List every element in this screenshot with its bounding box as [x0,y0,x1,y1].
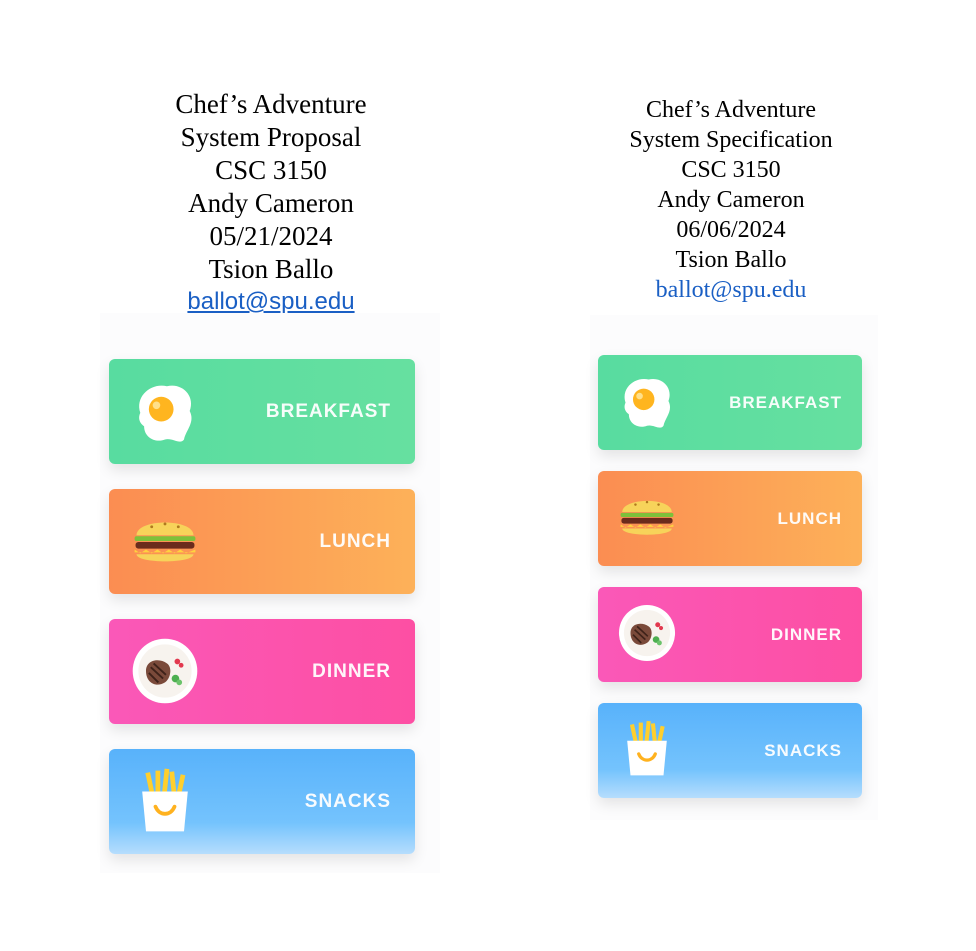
burger-icon [127,503,203,579]
fried-egg-icon [127,373,203,449]
steak-plate-icon [127,633,203,709]
document-date: 06/06/2024 [676,217,786,243]
breakfast-card[interactable]: BREAKFAST [598,355,862,450]
card-label: SNACKS [304,790,391,812]
card-label: LUNCH [777,508,842,528]
card-label: BREAKFAST [265,400,391,422]
course-code: CSC 3150 [215,155,327,185]
lunch-card[interactable]: LUNCH [598,471,862,566]
breakfast-card[interactable]: BREAKFAST [109,359,415,464]
author-name: Tsion Ballo [208,254,334,284]
meal-menu: BREAKFAST LUNCH DINNER SNACKS [100,313,440,873]
fried-egg-icon [614,368,680,434]
card-label: LUNCH [319,530,391,552]
snacks-card[interactable]: SNACKS [109,749,415,854]
document-date: 05/21/2024 [209,221,333,251]
document-title: Chef’s Adventure [175,89,367,119]
card-label: SNACKS [764,740,842,760]
dinner-card[interactable]: DINNER [598,587,862,682]
dinner-card[interactable]: DINNER [109,619,415,724]
lunch-card[interactable]: LUNCH [109,489,415,594]
burger-icon [614,484,680,550]
card-label: BREAKFAST [729,392,842,412]
snacks-card[interactable]: SNACKS [598,703,862,798]
course-code: CSC 3150 [681,157,781,183]
author-email-link[interactable]: ballot@spu.edu [590,275,872,305]
instructor-name: Andy Cameron [657,187,805,213]
author-name: Tsion Ballo [675,247,787,273]
meal-menu: BREAKFAST LUNCH DINNER SNACKS [590,315,878,820]
document-header: Chef’s Adventure System Proposal CSC 315… [110,88,432,318]
fries-icon [127,763,203,839]
instructor-name: Andy Cameron [188,188,354,218]
document-subtitle: System Proposal [180,122,362,152]
document-title: Chef’s Adventure [646,97,816,123]
document-subtitle: System Specification [629,127,833,153]
document-header: Chef’s Adventure System Specification CS… [590,95,872,305]
fries-icon [614,716,680,782]
steak-plate-icon [614,600,680,666]
card-label: DINNER [312,660,391,682]
card-label: DINNER [770,624,842,644]
